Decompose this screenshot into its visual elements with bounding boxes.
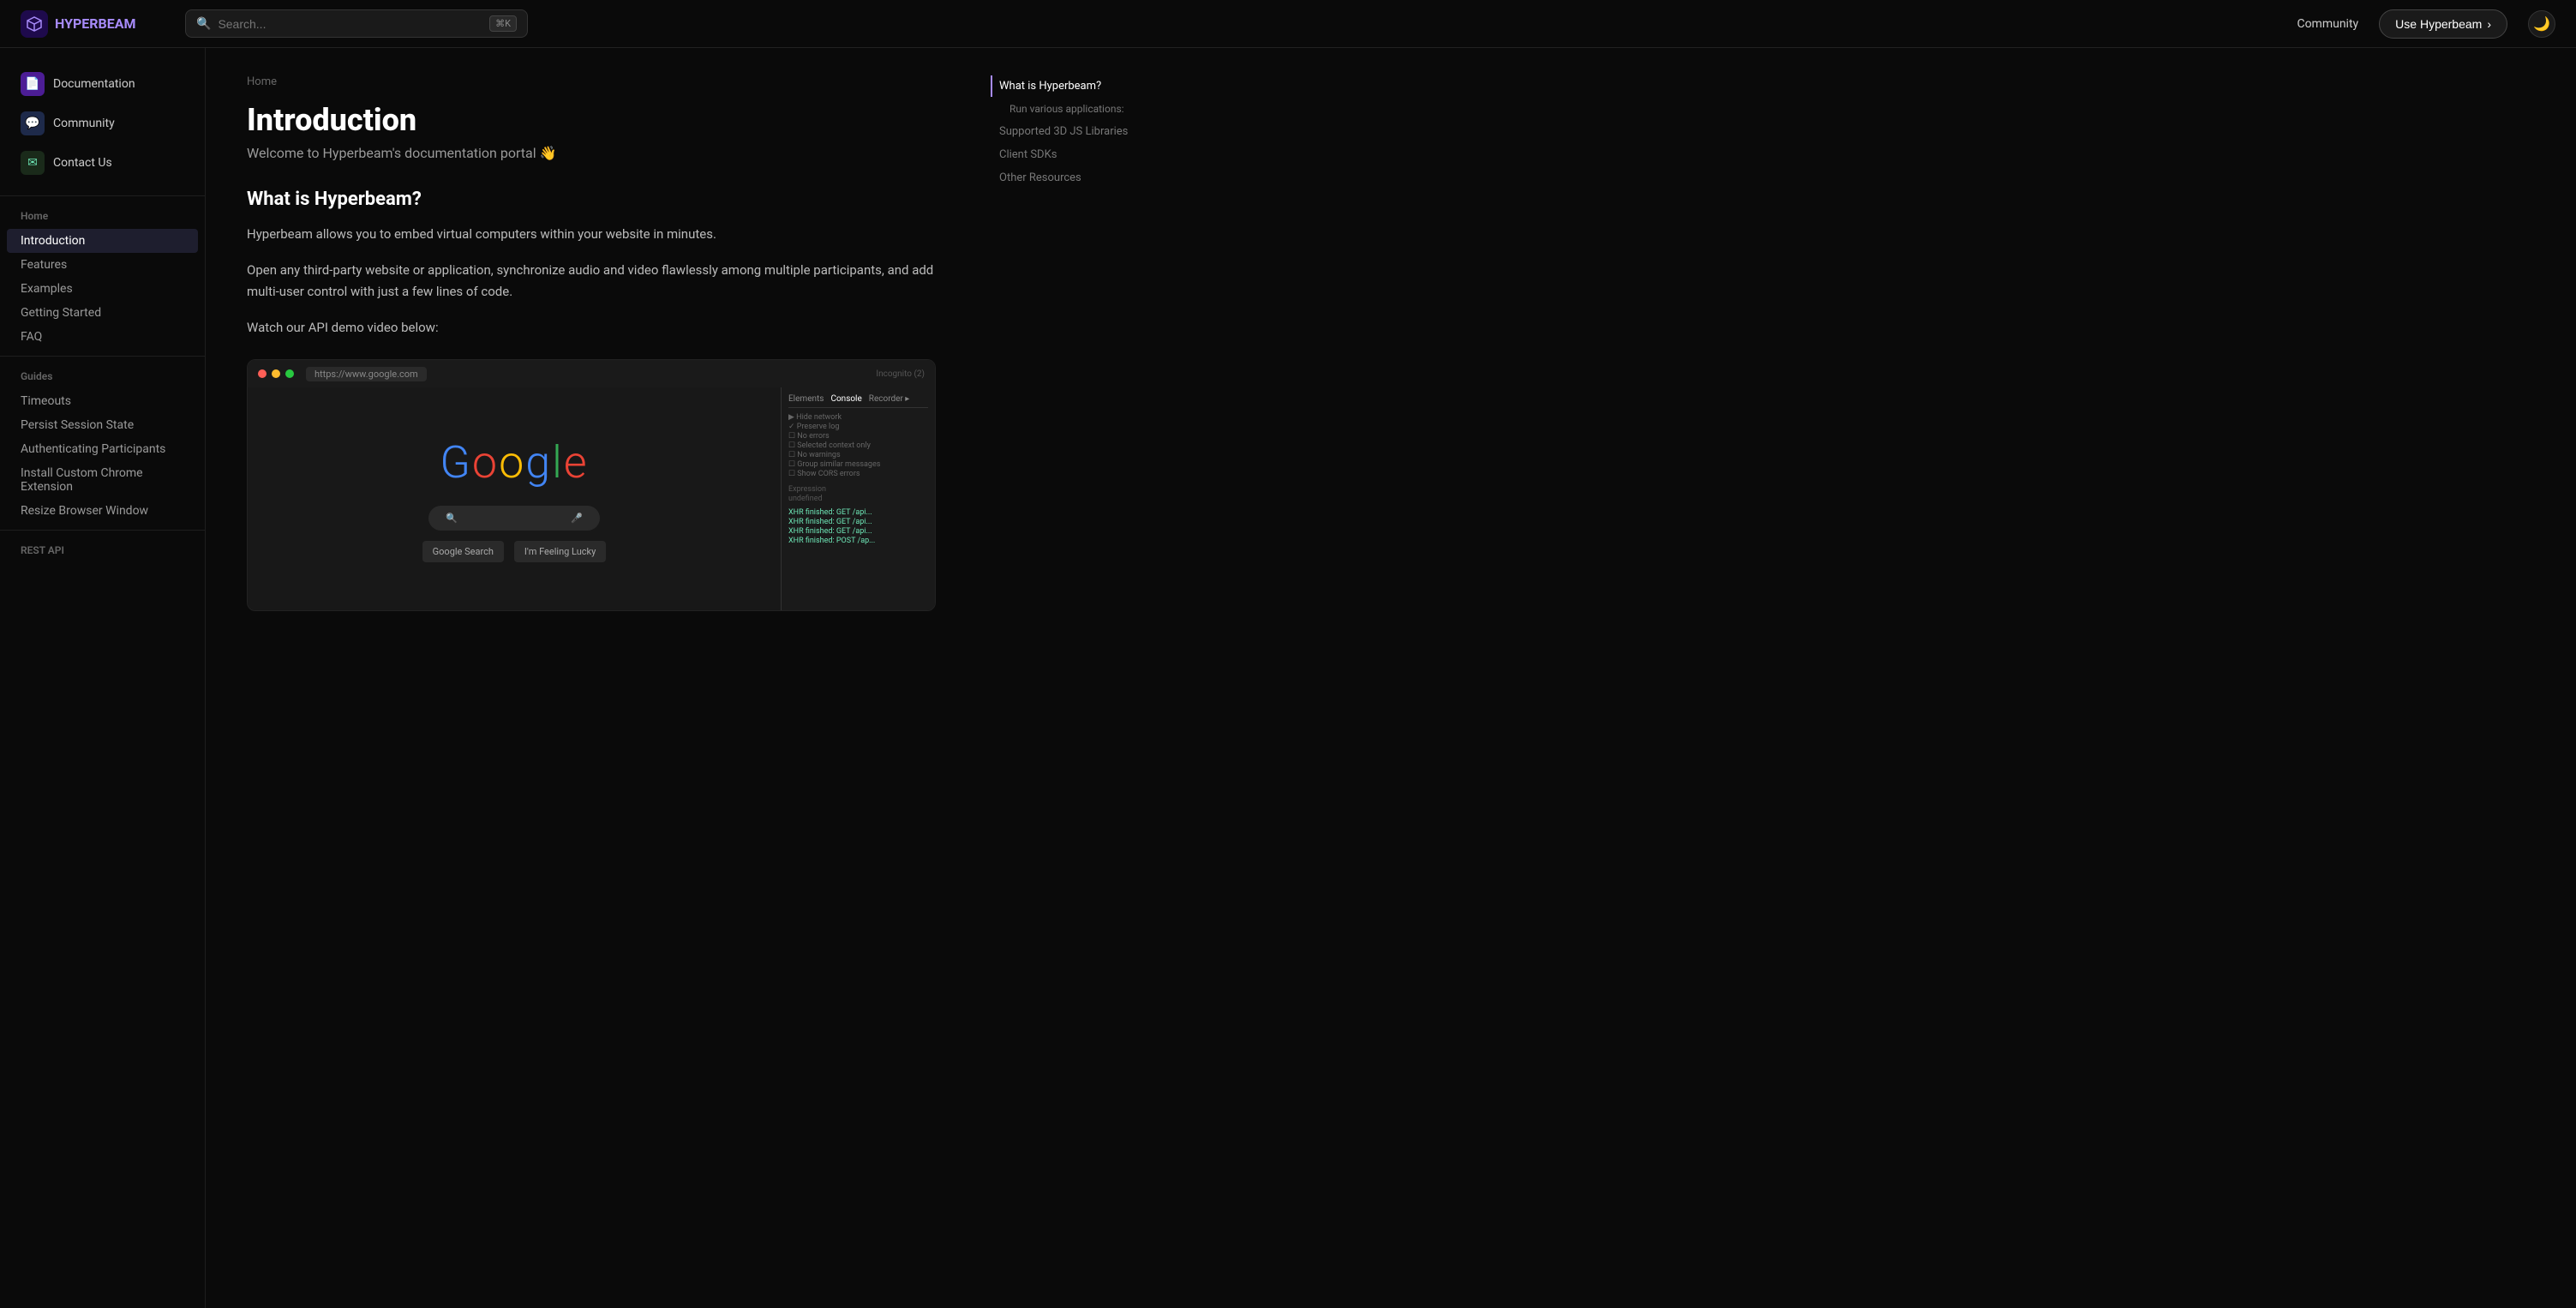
devtools-line-2: ✓ Preserve log xyxy=(788,423,928,431)
body-text-1: Hyperbeam allows you to embed virtual co… xyxy=(247,224,936,246)
sidebar-item-faq[interactable]: FAQ xyxy=(0,325,205,349)
video-content: Google 🔍 🎤 Google Search I'm Feeling Lu xyxy=(248,387,935,610)
breadcrumb: Home xyxy=(247,75,936,88)
devtools-tab-recorder[interactable]: Recorder ▸ xyxy=(869,394,910,404)
devtools-line-9: undefined xyxy=(788,495,928,503)
community-nav-link[interactable]: Community xyxy=(2297,17,2358,31)
sidebar-item-getting-started[interactable]: Getting Started xyxy=(0,301,205,325)
google-search-button[interactable]: Google Search xyxy=(422,541,504,562)
g-yellow: o xyxy=(499,436,525,489)
sidebar-item-timeouts[interactable]: Timeouts xyxy=(0,389,205,413)
sidebar-item-install-custom-chrome-extension[interactable]: Install Custom Chrome Extension xyxy=(0,461,205,499)
devtools-xhr-2: XHR finished: GET /api... xyxy=(788,518,928,526)
sidebar-divider-1 xyxy=(0,195,205,196)
hyperbeam-logo-icon xyxy=(21,10,48,38)
sidebar-item-examples[interactable]: Examples xyxy=(0,277,205,301)
community-icon: 💬 xyxy=(21,111,45,135)
sidebar-item-persist-session-state[interactable]: Persist Session State xyxy=(0,413,205,437)
top-navigation: HYPERBEAM 🔍 ⌘K Community Use Hyperbeam ›… xyxy=(0,0,2576,48)
toc-item-supported-3d-js-libraries[interactable]: Supported 3D JS Libraries xyxy=(991,121,1152,142)
body-text-3: Watch our API demo video below: xyxy=(247,317,936,339)
incognito-label: Incognito (2) xyxy=(876,369,925,379)
sidebar-divider-2 xyxy=(0,356,205,357)
google-logo-area: Google 🔍 🎤 Google Search I'm Feeling Lu xyxy=(422,436,607,562)
main-content-area: Home Introduction Welcome to Hyperbeam's… xyxy=(206,48,977,1308)
toc-item-other-resources[interactable]: Other Resources xyxy=(991,167,1152,189)
section-what-is-hyperbeam: What is Hyperbeam? xyxy=(247,189,936,210)
toc-item-what-is-hyperbeam[interactable]: What is Hyperbeam? xyxy=(991,75,1152,97)
browser-url: https://www.google.com xyxy=(306,367,427,381)
moon-icon: 🌙 xyxy=(2533,15,2550,32)
topnav-right: Community Use Hyperbeam › 🌙 xyxy=(2297,9,2555,39)
g-blue: G xyxy=(440,436,472,489)
search-icon-small: 🔍 xyxy=(446,513,458,524)
google-search-bar: 🔍 🎤 xyxy=(422,506,607,531)
mail-icon: ✉ xyxy=(21,151,45,175)
devtools-xhr-1: XHR finished: GET /api... xyxy=(788,508,928,517)
devtools-line-4: ☐ Selected context only xyxy=(788,441,928,450)
sidebar-contact-label: Contact Us xyxy=(53,156,112,170)
page-title: Introduction xyxy=(247,102,936,138)
right-sidebar-toc: What is Hyperbeam? Run various applicati… xyxy=(977,48,1165,1308)
left-sidebar: 📄 Documentation 💬 Community ✉ Contact Us… xyxy=(0,48,206,1308)
sidebar-item-resize-browser-window[interactable]: Resize Browser Window xyxy=(0,499,205,523)
toc-item-run-various-applications[interactable]: Run various applications: xyxy=(991,99,1152,119)
devtools-line-8: Expression xyxy=(788,485,928,494)
g-blue-2: g xyxy=(525,436,552,489)
browser-dot-red xyxy=(258,369,267,378)
sidebar-item-authenticating-participants[interactable]: Authenticating Participants xyxy=(0,437,205,461)
body-text-2: Open any third-party website or applicat… xyxy=(247,260,936,303)
google-buttons: Google Search I'm Feeling Lucky xyxy=(422,541,607,562)
devtools-line-7: ☐ Show CORS errors xyxy=(788,470,928,478)
devtools-line-5: ☐ No warnings xyxy=(788,451,928,459)
sidebar-item-documentation[interactable]: 📄 Documentation xyxy=(10,65,195,103)
video-main-area: Google 🔍 🎤 Google Search I'm Feeling Lu xyxy=(248,387,781,610)
sidebar-divider-3 xyxy=(0,530,205,531)
g-green: l xyxy=(552,436,564,489)
use-hyperbeam-button[interactable]: Use Hyperbeam › xyxy=(2379,9,2507,39)
sidebar-item-contact-us[interactable]: ✉ Contact Us xyxy=(10,144,195,182)
google-logo: Google xyxy=(422,436,607,489)
devtools-line-3: ☐ No errors xyxy=(788,432,928,441)
browser-dot-yellow xyxy=(272,369,280,378)
g-red: o xyxy=(472,436,499,489)
devtools-xhr-4: XHR finished: POST /ap... xyxy=(788,537,928,545)
use-hyperbeam-label: Use Hyperbeam xyxy=(2395,17,2482,31)
devtools-tab-console[interactable]: Console xyxy=(830,394,861,404)
search-input[interactable] xyxy=(218,17,482,31)
devtools-line-1: ▶ Hide network xyxy=(788,413,928,422)
sidebar-community-label: Community xyxy=(53,117,115,130)
devtools-panel: Elements Console Recorder ▸ ▶ Hide netwo… xyxy=(781,387,935,610)
dark-mode-toggle[interactable]: 🌙 xyxy=(2528,10,2555,38)
im-feeling-lucky-button[interactable]: I'm Feeling Lucky xyxy=(514,541,606,562)
page-subtitle: Welcome to Hyperbeam's documentation por… xyxy=(247,145,936,161)
app-logo[interactable]: HYPERBEAM xyxy=(21,10,158,38)
sidebar-documentation-label: Documentation xyxy=(53,77,135,91)
use-hyperbeam-arrow: › xyxy=(2487,17,2491,31)
devtools-tab-elements[interactable]: Elements xyxy=(788,394,824,404)
browser-bar: https://www.google.com Incognito (2) xyxy=(248,360,935,387)
guides-section-label: Guides xyxy=(0,363,205,389)
google-search-input[interactable]: 🔍 🎤 xyxy=(428,506,600,531)
sidebar-top-links: 📄 Documentation 💬 Community ✉ Contact Us xyxy=(0,65,205,182)
search-bar[interactable]: 🔍 ⌘K xyxy=(185,9,528,38)
devtools-tabs: Elements Console Recorder ▸ xyxy=(788,394,928,408)
devtools-xhr-3: XHR finished: GET /api... xyxy=(788,527,928,536)
search-icon: 🔍 xyxy=(196,17,211,31)
video-preview: https://www.google.com Incognito (2) Goo… xyxy=(247,359,936,611)
sidebar-item-features[interactable]: Features xyxy=(0,253,205,277)
g-red-2: e xyxy=(564,436,589,489)
main-layout: 📄 Documentation 💬 Community ✉ Contact Us… xyxy=(0,48,2576,1308)
toc-item-client-sdks[interactable]: Client SDKs xyxy=(991,144,1152,165)
documentation-icon: 📄 xyxy=(21,72,45,96)
mic-icon: 🎤 xyxy=(571,513,583,524)
home-section-label: Home xyxy=(0,203,205,229)
sidebar-item-introduction[interactable]: Introduction xyxy=(7,229,198,253)
rest-api-section-label: REST API xyxy=(0,537,205,563)
browser-dot-green xyxy=(285,369,294,378)
devtools-line-6: ☐ Group similar messages xyxy=(788,460,928,469)
sidebar-item-community[interactable]: 💬 Community xyxy=(10,105,195,142)
app-name: HYPERBEAM xyxy=(55,15,136,32)
search-shortcut: ⌘K xyxy=(489,15,517,32)
